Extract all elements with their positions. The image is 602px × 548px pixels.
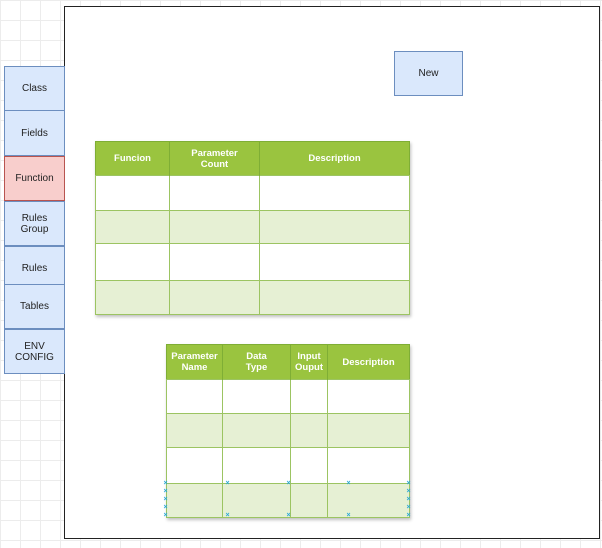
sidebar-item-label: Rules xyxy=(21,263,48,274)
table-cell[interactable] xyxy=(166,447,223,484)
table-cell[interactable] xyxy=(166,483,223,518)
sidebar-item-rules-group[interactable]: Rules Group xyxy=(4,201,65,246)
table-cell[interactable] xyxy=(222,447,291,484)
sidebar-item-tables[interactable]: Tables xyxy=(4,284,65,329)
sidebar-item-class[interactable]: Class xyxy=(4,66,65,111)
parameter-table[interactable]: Parameter Name Data Type Input Ouput Des… xyxy=(166,344,410,518)
table-cell[interactable] xyxy=(166,413,223,448)
selection-handle-icon[interactable]: × xyxy=(406,504,411,511)
table-cell[interactable] xyxy=(259,243,410,281)
table-cell[interactable] xyxy=(327,447,410,484)
header-description: Description xyxy=(327,344,410,380)
header-input-output: Input Ouput xyxy=(290,344,328,380)
header-funcion: Funcion xyxy=(95,141,170,176)
table-row[interactable] xyxy=(95,243,410,281)
selection-handle-icon[interactable]: × xyxy=(163,504,168,511)
table-cell[interactable] xyxy=(290,379,328,414)
sidebar-item-label: Fields xyxy=(21,127,48,139)
header-description: Description xyxy=(259,141,410,176)
table-cell[interactable] xyxy=(222,483,291,518)
table-row[interactable] xyxy=(166,379,410,414)
sidebar-item-label: Class xyxy=(21,83,47,94)
header-data-type: Data Type xyxy=(222,344,291,380)
new-button[interactable]: New xyxy=(394,51,463,96)
table-cell[interactable] xyxy=(259,175,410,211)
selection-handle-icon[interactable]: × xyxy=(163,488,168,495)
table-cell[interactable] xyxy=(95,243,170,281)
table-cell[interactable] xyxy=(95,210,170,244)
function-table[interactable]: Funcion Parameter Count Description xyxy=(95,141,410,315)
table-cell[interactable] xyxy=(259,210,410,244)
table-cell[interactable] xyxy=(169,243,260,281)
table-cell[interactable] xyxy=(169,280,260,315)
selection-handle-icon[interactable]: × xyxy=(406,512,411,519)
table-cell[interactable] xyxy=(222,379,291,414)
sidebar-item-label: Rules Group xyxy=(20,212,49,235)
header-parameter-name: Parameter Name xyxy=(166,344,223,380)
new-button-label: New xyxy=(418,68,439,79)
sidebar-item-label: ENV CONFIG xyxy=(15,340,54,363)
table-row[interactable] xyxy=(95,175,410,211)
selection-handle-icon[interactable]: × xyxy=(163,480,168,487)
table-row[interactable] xyxy=(95,280,410,315)
sidebar-item-fields[interactable]: Fields xyxy=(4,110,65,156)
selection-handle-icon[interactable]: × xyxy=(346,480,351,487)
table-cell[interactable] xyxy=(290,447,328,484)
selection-handle-icon[interactable]: × xyxy=(225,480,230,487)
sidebar-item-function[interactable]: Function xyxy=(4,156,65,201)
table-cell[interactable] xyxy=(327,483,410,518)
table-cell[interactable] xyxy=(327,379,410,414)
table-row[interactable] xyxy=(166,447,410,484)
table-cell[interactable] xyxy=(95,280,170,315)
table-cell[interactable] xyxy=(169,210,260,244)
selection-handle-icon[interactable]: × xyxy=(163,496,168,503)
table-cell[interactable] xyxy=(290,483,328,518)
table-cell[interactable] xyxy=(327,413,410,448)
selection-handle-icon[interactable]: × xyxy=(286,480,291,487)
table-cell[interactable] xyxy=(166,379,223,414)
table-cell[interactable] xyxy=(222,413,291,448)
selection-handle-icon[interactable]: × xyxy=(406,488,411,495)
table-cell[interactable] xyxy=(95,175,170,211)
table-cell[interactable] xyxy=(169,175,260,211)
sidebar-item-env-config[interactable]: ENV CONFIG xyxy=(4,329,65,374)
selection-handle-icon[interactable]: × xyxy=(163,512,168,519)
sidebar-item-label: Function xyxy=(15,173,54,184)
selection-handle-icon[interactable]: × xyxy=(225,512,230,519)
sidebar-item-label: Tables xyxy=(20,301,49,312)
selection-handle-icon[interactable]: × xyxy=(346,512,351,519)
selection-handle-icon[interactable]: × xyxy=(406,480,411,487)
header-parameter-count: Parameter Count xyxy=(169,141,260,176)
table-row[interactable] xyxy=(166,413,410,448)
selection-handle-icon[interactable]: × xyxy=(286,512,291,519)
table-row[interactable] xyxy=(95,210,410,244)
table-cell[interactable] xyxy=(290,413,328,448)
selection-handle-icon[interactable]: × xyxy=(406,496,411,503)
table-cell[interactable] xyxy=(259,280,410,315)
